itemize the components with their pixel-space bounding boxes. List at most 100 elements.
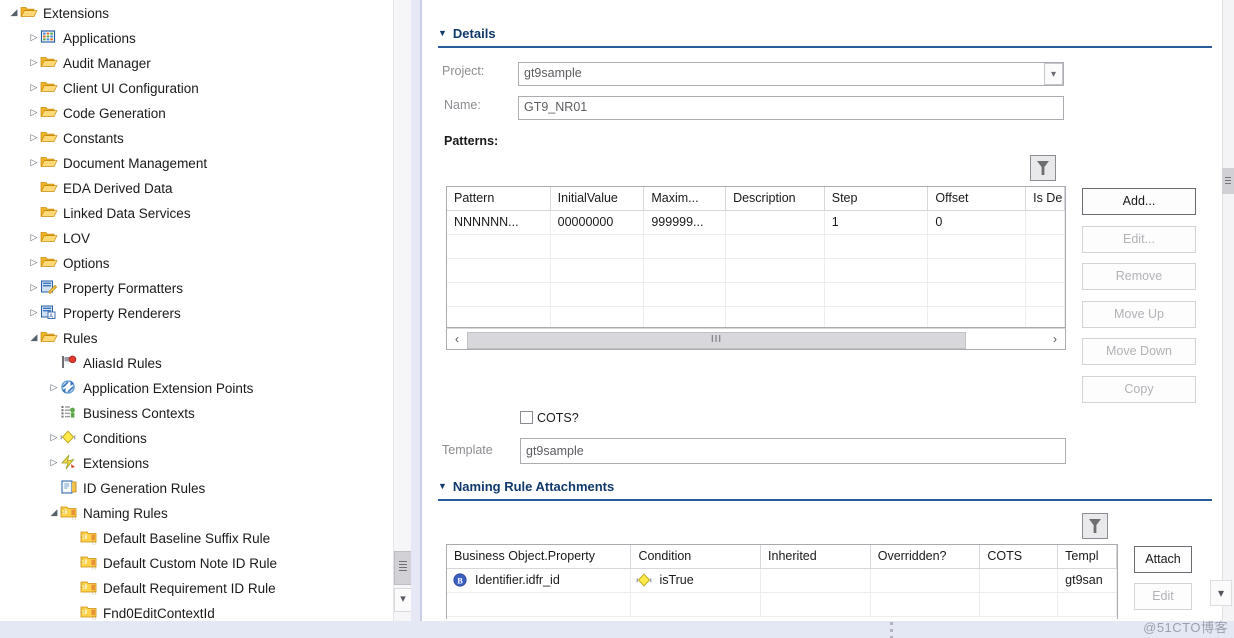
tree-scroll-down-button[interactable]: ▾ [394,588,412,612]
patterns-column-header[interactable]: Is De [1026,187,1065,210]
tree-item-extensions[interactable]: ◢ Extensions [0,0,395,25]
twisty-collapsed-icon[interactable]: ▷ [28,250,40,275]
attachments-table-body[interactable]: B Identifier.idfr_id isTrue gt9san [447,569,1117,617]
table-row-empty[interactable] [447,235,1065,259]
table-row-empty[interactable] [447,283,1065,307]
patterns-column-header[interactable]: Maxim... [644,187,727,210]
patterns-filter-button[interactable] [1030,155,1056,181]
patterns-table-header: Pattern InitialValue Maxim... Description St… [447,187,1065,211]
patterns-hscroll-track[interactable]: III [467,331,1045,349]
cots-checkbox-row[interactable]: COTS? [520,411,579,425]
twisty-collapsed-icon[interactable]: ▷ [28,100,40,125]
scroll-left-arrow-icon[interactable]: ‹ [447,332,467,346]
tree-item-conditions[interactable]: ▷ Conditions [0,425,395,450]
twisty-expanded-icon[interactable]: ◢ [8,0,20,25]
tree-vertical-scrollbar-track[interactable] [393,0,412,621]
patterns-horizontal-scrollbar[interactable]: ‹ III › [446,328,1066,350]
panel-vertical-scrollbar-track[interactable] [1222,0,1234,638]
tree-item-audit-manager[interactable]: ▷ Audit Manager [0,50,395,75]
cots-checkbox[interactable] [520,411,533,425]
tree-item-id-generation-rules[interactable]: ID Generation Rules [0,475,395,500]
patterns-column-header[interactable]: Pattern [447,187,551,210]
attachments-column-header[interactable]: Business Object.Property [447,545,632,568]
patterns-table-body[interactable]: NNNNNN... 00000000 999999... 1 0 [447,211,1065,327]
attachment-cots-cell [980,569,1059,592]
scroll-right-arrow-icon[interactable]: › [1045,332,1065,346]
name-input[interactable]: GT9_NR01 [518,96,1064,120]
tree-item-naming-rules[interactable]: ◢ □ Naming Rules [0,500,395,525]
twisty-collapsed-icon[interactable]: ▷ [28,275,40,300]
tree-item-rules[interactable]: ◢ Rules [0,325,395,350]
collapse-triangle-icon[interactable]: ▼ [438,28,447,38]
twisty-expanded-icon[interactable]: ◢ [28,325,40,350]
patterns-column-header[interactable]: Step [824,187,929,210]
twisty-collapsed-icon[interactable]: ▷ [28,25,40,50]
twisty-collapsed-icon[interactable]: ▷ [28,225,40,250]
tree-item-default-baseline-suffix-rule[interactable]: □ Default Baseline Suffix Rule [0,525,395,550]
attachments-filter-button[interactable] [1082,513,1108,539]
twisty-collapsed-icon[interactable]: ▷ [28,125,40,150]
resize-grip-icon[interactable] [888,622,894,638]
panel-vertical-scrollbar-thumb[interactable] [1222,168,1234,194]
tree-item-default-custom-note-id-rule[interactable]: □ Default Custom Note ID Rule [0,550,395,575]
attachments-table[interactable]: Business Object.Property Condition Inherit… [446,544,1118,621]
patterns-cell-empty [726,259,825,282]
tree-item-document-management[interactable]: ▷ Document Management [0,150,395,175]
details-section-header[interactable]: ▼ Details [438,26,496,41]
template-input[interactable]: gt9sample [520,438,1066,464]
twisty-collapsed-icon[interactable]: ▷ [48,450,60,475]
tree-item-client-ui-configuration[interactable]: ▷ Client UI Configuration [0,75,395,100]
tree-item-constants[interactable]: ▷ Constants [0,125,395,150]
attachments-column-header[interactable]: Condition [631,545,762,568]
patterns-cell [1026,211,1065,234]
patterns-column-header[interactable]: Offset [928,187,1027,210]
attachments-column-header[interactable]: Templ [1058,545,1117,568]
twisty-collapsed-icon[interactable]: ▷ [48,375,60,400]
patterns-column-header[interactable]: Description [726,187,825,210]
tree-item-label: Fnd0EditContextId [103,605,215,621]
twisty-collapsed-icon[interactable]: ▷ [28,300,40,325]
tree-item-business-contexts[interactable]: Business Contexts [0,400,395,425]
project-input[interactable]: gt9sample [518,62,1064,86]
patterns-hscroll-thumb[interactable]: III [467,331,967,349]
panel-scroll-down-button[interactable]: ▾ [1210,580,1232,606]
tree-item-default-requirement-id-rule[interactable]: □ Default Requirement ID Rule [0,575,395,600]
tree-item-application-extension-points[interactable]: ▷ Application Extension Points [0,375,395,400]
tree-item-fnd0editcontextid[interactable]: □ Fnd0EditContextId [0,600,395,621]
add-button[interactable]: Add... [1082,188,1196,215]
twisty-collapsed-icon[interactable]: ▷ [28,150,40,175]
tree-item-eda-derived-data[interactable]: EDA Derived Data [0,175,395,200]
tree-item-property-formatters[interactable]: ▷ Property Formatters [0,275,395,300]
tree-vertical-scrollbar-thumb[interactable] [394,551,412,585]
attachments-column-header[interactable]: Inherited [761,545,871,568]
tree-item-extensions[interactable]: ▷ Extensions [0,450,395,475]
patterns-column-header[interactable]: InitialValue [550,187,645,210]
tree-list[interactable]: ◢ Extensions ▷ Applications ▷ Audit Manager ▷ C… [0,0,395,621]
project-dropdown-button[interactable]: ▾ [1044,63,1063,85]
tree-item-label: ID Generation Rules [83,480,206,496]
table-row[interactable]: NNNNNN... 00000000 999999... 1 0 [447,211,1065,235]
tree-item-linked-data-services[interactable]: Linked Data Services [0,200,395,225]
table-row-empty[interactable] [447,259,1065,283]
attachments-column-header[interactable]: COTS [980,545,1059,568]
tree-item-applications[interactable]: ▷ Applications [0,25,395,50]
collapse-triangle-icon[interactable]: ▼ [438,481,447,491]
table-row[interactable]: B Identifier.idfr_id isTrue gt9san [447,569,1117,593]
extensions-tree-panel[interactable]: ◢ Extensions ▷ Applications ▷ Audit Manager ▷ C… [0,0,395,621]
table-row-empty[interactable] [447,307,1065,327]
patterns-table[interactable]: Pattern InitialValue Maxim... Description St… [446,186,1066,328]
twisty-collapsed-icon[interactable]: ▷ [28,75,40,100]
attachments-column-header[interactable]: Overridden? [870,545,981,568]
table-row-empty[interactable] [447,593,1117,617]
twisty-collapsed-icon[interactable]: ▷ [28,50,40,75]
twisty-collapsed-icon[interactable]: ▷ [48,425,60,450]
tree-item-code-generation[interactable]: ▷ Code Generation [0,100,395,125]
tree-item-aliasid-rules[interactable]: AliasId Rules [0,350,395,375]
twisty-expanded-icon[interactable]: ◢ [48,500,60,525]
tree-item-property-renderers[interactable]: ▷ A Property Renderers [0,300,395,325]
tree-item-lov[interactable]: ▷ LOV [0,225,395,250]
attachments-section-header[interactable]: ▼ Naming Rule Attachments [438,479,614,494]
tree-item-options[interactable]: ▷ Options [0,250,395,275]
attach-button[interactable]: Attach [1134,546,1192,573]
folder-open-icon [40,207,58,218]
